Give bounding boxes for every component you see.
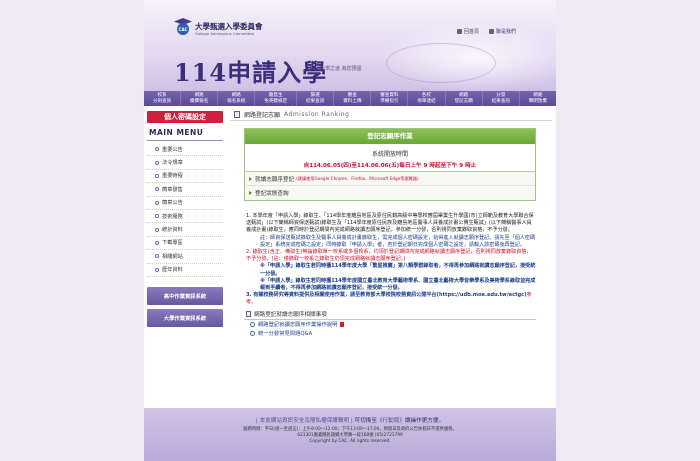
ranking-panel: 登記志願序作業 系統開放時間 自114.06.05(四)至114.06.06(五… bbox=[244, 128, 536, 201]
bullet-icon bbox=[155, 240, 159, 245]
triangle-right-icon bbox=[249, 176, 252, 181]
related-link-guide[interactable]: 網路登記就讀志願序作業操作說明 bbox=[244, 320, 536, 329]
bullet-icon bbox=[155, 254, 159, 259]
ranking-register-link[interactable]: 就讀志願序登記 (建議使用Google Chrome、Firefox、Micro… bbox=[245, 172, 535, 186]
sidebar: 個人密碼設定 MAIN MENU 重要公告 法令規章 重要時程 簡章發售 簡章公… bbox=[144, 108, 226, 327]
sidebar-item-downloads[interactable]: 下載專區 bbox=[147, 237, 223, 251]
privacy-link[interactable]: | 本會網站資訊安全及隱私權保護聲明 | bbox=[256, 418, 353, 424]
pdf-icon bbox=[340, 321, 345, 327]
sidebar-item-links[interactable]: 相關網站 bbox=[147, 250, 223, 264]
sidebar-item-brochure[interactable]: 簡章公告 bbox=[147, 197, 223, 210]
nav-item-registration-payment[interactable]: 網路 繳費報名 bbox=[181, 91, 219, 106]
sidebar-item-brochure-sale[interactable]: 簡章發售 bbox=[147, 183, 223, 197]
note-1-sub: 註：師資保送甄試錄取生及醫事人員養成計畫錄取生，需完成個人密碼設定，始得進入就讀… bbox=[260, 234, 536, 248]
header-banner: CAC 大學甄選入學委員會 College Admissions Committ… bbox=[144, 13, 556, 91]
sidebar-item-history[interactable]: 歷年資料 bbox=[147, 264, 223, 277]
home-link[interactable]: 回首頁 bbox=[456, 28, 479, 35]
nav-item-school-lists[interactable]: 各校 榜單連結 bbox=[408, 91, 446, 106]
high-school-system-button[interactable]: 高中作業資訊系統 bbox=[147, 286, 223, 305]
mail-icon bbox=[488, 29, 494, 34]
note-3: 3. 有關校務研究等資料提供及相關使用作業，請至教育部大學校院校務資訊公開平台(… bbox=[246, 292, 532, 306]
bullet-icon bbox=[155, 173, 159, 178]
note-2-star-1: ※「申請入學」錄取生若同時獲114學年度大學「繁星推薦」第八類學群錄取者，不得再… bbox=[260, 263, 536, 277]
top-links: 回首頁 聯是我們 bbox=[456, 28, 516, 35]
main-menu-title: MAIN MENU bbox=[149, 128, 204, 137]
bullet-icon bbox=[155, 227, 159, 232]
home-icon bbox=[456, 29, 462, 34]
bullet-icon bbox=[155, 214, 159, 219]
related-section: 網路登記就讀志願序相關事項 網路登記就讀志願序作業操作說明 統一分發常見問題Q&… bbox=[244, 310, 536, 338]
footer-copyright: Copyright by CAC. All rights reserved. bbox=[309, 439, 391, 445]
globe-icon bbox=[250, 321, 255, 327]
nav-item-department-search[interactable]: 校系 分則查詢 bbox=[144, 91, 182, 106]
bullet-icon bbox=[155, 160, 159, 165]
udb-link[interactable]: (https://udb.moe.edu.tw/ectgc) bbox=[437, 292, 527, 298]
nav-item-waiver[interactable]: 網路 聲明放棄 bbox=[520, 91, 556, 106]
nav-item-screening-results[interactable]: 篩選 結果查詢 bbox=[297, 91, 335, 106]
main-content: 網路登記志願 Admission Ranking 登記志願序作業 系統開放時間 … bbox=[230, 108, 552, 338]
open-time-title: 系統開放時間 bbox=[371, 151, 408, 158]
note-2: 2. 錄取生(含正、備取生)無論錄取單一校系或多個校系，均須於登記期間內完成網路… bbox=[246, 249, 532, 263]
bullet-icon bbox=[155, 187, 159, 192]
status-query-link[interactable]: 登記狀態查詢 bbox=[245, 186, 535, 200]
sidebar-item-statistics[interactable]: 統計資料 bbox=[147, 223, 223, 237]
breadcrumb: 網路登記志願 Admission Ranking bbox=[230, 108, 552, 121]
sidebar-item-tech-service[interactable]: 技術服務 bbox=[147, 210, 223, 224]
bullet-icon bbox=[155, 147, 159, 152]
open-time-box: 系統開放時間 自114.06.05(四)至114.06.06(五)每日上午 9 … bbox=[245, 144, 535, 172]
related-header: 網路登記就讀志願序相關事項 bbox=[244, 310, 536, 320]
contact-link[interactable]: 聯是我們 bbox=[488, 28, 516, 35]
page: 大學招生委員會聯合會 CAC 大學甄選入學委員會 College Admissi… bbox=[144, 0, 556, 461]
slogan: 大學之道 為您預留 bbox=[320, 66, 362, 72]
bullet-icon bbox=[155, 200, 159, 205]
mobile-version-link[interactable]: 《行動版》 bbox=[377, 418, 405, 424]
notes-section: 1. 本學年度「申請入學」錄取生、「114學年度離島地區及原住民籍高級中等學校應… bbox=[246, 213, 536, 307]
university-system-button[interactable]: 大學作業資訊系統 bbox=[147, 308, 223, 327]
logo-badge: CAC bbox=[177, 23, 189, 35]
bullet-icon bbox=[155, 267, 159, 272]
password-setup-button[interactable]: 個人密碼設定 bbox=[147, 111, 223, 123]
sidebar-item-regulations[interactable]: 法令規章 bbox=[147, 156, 223, 170]
document-icon bbox=[246, 311, 251, 318]
cac-logo[interactable]: CAC bbox=[174, 18, 192, 36]
banner-decoration-ring bbox=[386, 43, 496, 83]
open-time-value: 自114.06.05(四)至114.06.06(五)每日上午 9 時起至下午 9… bbox=[303, 163, 477, 169]
nav-item-registration-system[interactable]: 網路 報名系統 bbox=[218, 91, 256, 106]
sidebar-item-schedule[interactable]: 重要時程 bbox=[147, 170, 223, 184]
menu-divider bbox=[147, 140, 223, 141]
note-2-star-2: ※「申請入學」錄取生若同時獲114學年度國立臺北教育大學藝術學系、國立臺北藝術大… bbox=[260, 277, 536, 292]
nav-item-placement-results[interactable]: 分發 結果查詢 bbox=[483, 91, 520, 106]
browser-note: (建議使用Google Chrome、Firefox、Microsoft Edg… bbox=[296, 175, 419, 181]
panel-title: 登記志願序作業 bbox=[245, 129, 535, 144]
nav-item-upload-materials[interactable]: 審查 資料上傳 bbox=[334, 91, 372, 106]
related-link-faq[interactable]: 統一分發常見問題Q&A bbox=[244, 329, 536, 338]
nav-item-ranking[interactable]: 網路 登記志願 bbox=[446, 91, 483, 106]
footer: | 本會網站資訊安全及隱私權保護聲明 | 可切換至《行動版》讓操作更方便。 服務… bbox=[144, 408, 556, 461]
footer-line-1: | 本會網站資訊安全及隱私權保護聲明 | 可切換至《行動版》讓操作更方便。 bbox=[255, 418, 445, 424]
nav-item-material-guide[interactable]: 審查資料 準備指引 bbox=[371, 91, 409, 106]
breadcrumb-title-en: Admission Ranking bbox=[284, 110, 350, 118]
org-name-en: College Admissions Committee bbox=[195, 31, 255, 36]
note-1: 1. 本學年度「申請入學」錄取生、「114學年度離島地區及原住民籍高級中等學校應… bbox=[246, 213, 534, 234]
triangle-right-icon bbox=[249, 191, 252, 195]
main-nav: 校系 分則查詢 網路 繳費報名 網路 報名系統 離島生 免英聽檢定 篩選 結果查詢 審查資… bbox=[144, 91, 556, 106]
nav-item-listening-exempt[interactable]: 離島生 免英聽檢定 bbox=[255, 91, 298, 106]
breadcrumb-title: 網路登記志願 bbox=[244, 111, 281, 119]
sidebar-item-announcements[interactable]: 重要公告 bbox=[147, 143, 223, 157]
page-title: 114申請入學 bbox=[174, 58, 328, 87]
globe-icon bbox=[250, 330, 255, 336]
footer-service-hours: 服務時間：平日(週一至週五)：上午8:00～12:00；下午13:00～17:0… bbox=[243, 427, 457, 432]
document-icon bbox=[234, 110, 240, 118]
